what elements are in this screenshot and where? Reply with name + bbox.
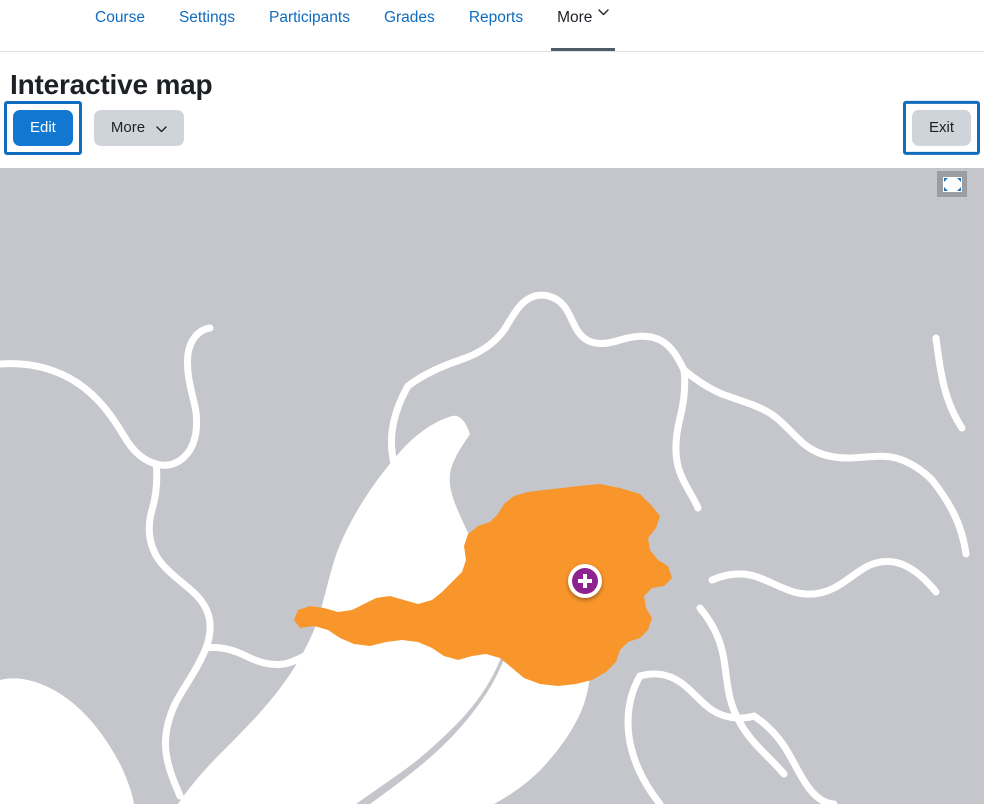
- nav-tab-grades[interactable]: Grades: [367, 0, 452, 51]
- chevron-down-icon: [598, 9, 610, 16]
- nav-tab-participants[interactable]: Participants: [252, 0, 367, 51]
- nav-tab-label: More: [557, 9, 593, 26]
- edit-button-focus-ring: Edit: [4, 100, 82, 155]
- interactive-map-canvas[interactable]: [0, 168, 984, 804]
- nav-tab-course[interactable]: Course: [78, 0, 162, 51]
- more-menu-button[interactable]: More: [93, 109, 185, 146]
- page-root: Course Settings Participants Grades Repo…: [0, 0, 984, 804]
- edit-button[interactable]: Edit: [13, 109, 73, 146]
- nav-tab-reports[interactable]: Reports: [452, 0, 540, 51]
- map-marker-pin[interactable]: [568, 564, 602, 598]
- more-menu-wrapper: More: [93, 109, 185, 146]
- fullscreen-expand-icon: [942, 176, 962, 192]
- nav-tab-more[interactable]: More: [540, 0, 626, 51]
- more-menu-label: More: [110, 118, 146, 136]
- map-graphic: [0, 168, 984, 804]
- plus-marker-icon: [572, 568, 598, 594]
- nav-tab-settings[interactable]: Settings: [162, 0, 252, 51]
- fullscreen-toggle-button[interactable]: [937, 171, 967, 197]
- nav-tab-label: Course: [95, 9, 145, 26]
- nav-tab-label: Participants: [268, 9, 350, 26]
- nav-tab-label: Grades: [383, 9, 435, 26]
- exit-button-focus-ring: Exit: [902, 100, 980, 155]
- activity-action-bar: Edit More Exit: [0, 100, 984, 155]
- nav-tab-label: Settings: [178, 9, 235, 26]
- nav-tab-label: Reports: [468, 9, 524, 26]
- exit-button[interactable]: Exit: [911, 109, 971, 146]
- chevron-down-icon: [156, 119, 167, 139]
- course-nav-tabs: Course Settings Participants Grades Repo…: [0, 0, 984, 52]
- page-title: Interactive map: [10, 69, 213, 100]
